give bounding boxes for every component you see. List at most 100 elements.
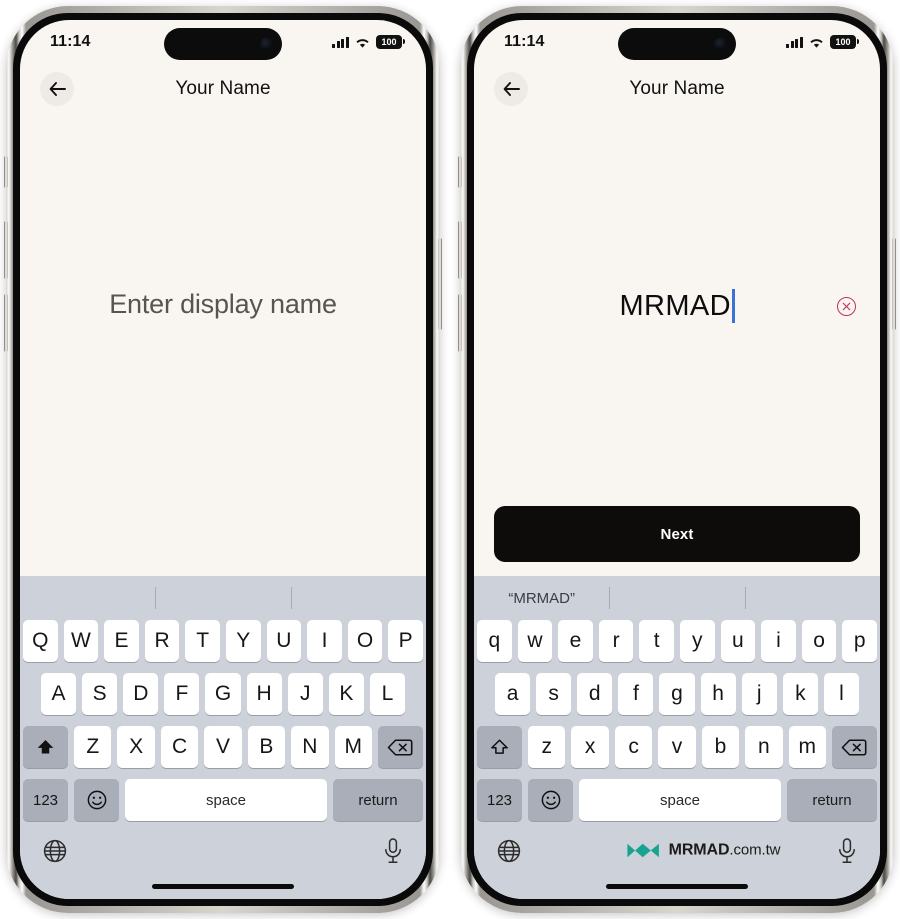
key-r[interactable]: R [144, 620, 180, 662]
key-n[interactable]: N [291, 726, 329, 768]
key-y[interactable]: Y [226, 620, 261, 662]
key-b[interactable]: b [701, 726, 740, 768]
key-r[interactable]: r [598, 620, 634, 662]
action-button-left[interactable] [4, 156, 8, 188]
key-a[interactable]: A [41, 673, 77, 715]
space-key[interactable]: space [579, 779, 781, 821]
key-e[interactable]: e [558, 620, 593, 662]
prediction-slot-1[interactable] [20, 576, 155, 620]
prediction-slot-2[interactable] [155, 576, 290, 620]
key-u[interactable]: U [266, 620, 302, 662]
volume-down-button-right[interactable] [458, 294, 462, 352]
globe-language-icon[interactable] [42, 838, 68, 864]
key-y[interactable]: y [680, 620, 715, 662]
key-w[interactable]: W [63, 620, 99, 662]
backspace-key[interactable] [377, 726, 423, 768]
key-f[interactable]: F [164, 673, 200, 715]
key-k[interactable]: k [782, 673, 818, 715]
key-t[interactable]: t [639, 620, 674, 662]
key-c[interactable]: C [160, 726, 199, 768]
return-key[interactable]: return [787, 779, 877, 821]
key-m[interactable]: M [334, 726, 372, 768]
key-x[interactable]: X [117, 726, 155, 768]
key-v[interactable]: V [204, 726, 242, 768]
numbers-key[interactable]: 123 [477, 779, 522, 821]
keyboard-row-3-left: Z X C V B N M [20, 726, 426, 768]
return-key[interactable]: return [333, 779, 423, 821]
key-z[interactable]: Z [74, 726, 112, 768]
key-i[interactable]: i [761, 620, 796, 662]
prediction-slot-3[interactable] [290, 576, 426, 620]
power-button-left[interactable] [438, 238, 442, 330]
back-button[interactable] [40, 72, 74, 106]
wifi-icon [356, 38, 369, 48]
prediction-slot-3[interactable] [744, 576, 880, 620]
display-name-placeholder[interactable]: Enter display name [109, 289, 337, 320]
key-x[interactable]: x [571, 726, 609, 768]
numbers-key[interactable]: 123 [23, 779, 68, 821]
dynamic-island [164, 28, 282, 60]
emoji-key[interactable] [74, 779, 119, 821]
next-button[interactable]: Next [494, 506, 860, 562]
key-c[interactable]: c [614, 726, 653, 768]
key-t[interactable]: T [185, 620, 220, 662]
key-p[interactable]: p [842, 620, 877, 662]
key-k[interactable]: K [328, 673, 364, 715]
key-l[interactable]: L [369, 673, 405, 715]
key-n[interactable]: n [745, 726, 783, 768]
key-l[interactable]: l [823, 673, 859, 715]
home-bar[interactable] [606, 883, 748, 889]
keyboard-row-2-left: A S D F G H J K L [20, 673, 426, 715]
key-g[interactable]: G [205, 673, 241, 715]
phone-left: 11:14 100 Your Name Enter display name Q… [4, 6, 442, 913]
prediction-slot-1[interactable]: “MRMAD” [474, 576, 609, 620]
prediction-slot-2[interactable] [609, 576, 744, 620]
display-name-input[interactable]: MRMAD [619, 289, 735, 323]
key-z[interactable]: z [528, 726, 566, 768]
key-h[interactable]: H [246, 673, 282, 715]
volume-up-button-left[interactable] [4, 221, 8, 279]
key-d[interactable]: d [577, 673, 613, 715]
key-s[interactable]: S [82, 673, 118, 715]
back-button[interactable] [494, 72, 528, 106]
clear-text-button[interactable] [837, 296, 856, 316]
key-m[interactable]: m [788, 726, 826, 768]
shift-up-filled-icon [37, 739, 54, 754]
home-bar[interactable] [152, 883, 294, 889]
backspace-key[interactable] [831, 726, 877, 768]
key-j[interactable]: j [741, 673, 777, 715]
key-f[interactable]: f [618, 673, 654, 715]
battery-icon: 100 [830, 35, 859, 49]
emoji-key[interactable] [528, 779, 573, 821]
watermark-text: MRMAD.com.tw [669, 842, 781, 860]
key-s[interactable]: s [536, 673, 572, 715]
globe-language-icon[interactable] [496, 838, 522, 864]
space-key[interactable]: space [125, 779, 327, 821]
power-button-right[interactable] [892, 238, 896, 330]
key-a[interactable]: a [495, 673, 531, 715]
key-v[interactable]: v [658, 726, 696, 768]
volume-up-button-right[interactable] [458, 221, 462, 279]
key-b[interactable]: B [247, 726, 286, 768]
key-d[interactable]: D [123, 673, 159, 715]
key-q[interactable]: q [477, 620, 512, 662]
shift-key[interactable] [477, 726, 523, 768]
key-e[interactable]: E [104, 620, 139, 662]
key-g[interactable]: g [659, 673, 695, 715]
action-button-right[interactable] [458, 156, 462, 188]
volume-down-button-left[interactable] [4, 294, 8, 352]
key-w[interactable]: w [517, 620, 553, 662]
microphone-dictation-icon[interactable] [382, 837, 404, 865]
key-i[interactable]: I [307, 620, 342, 662]
key-u[interactable]: u [720, 620, 756, 662]
page-title: Your Name [629, 78, 725, 99]
key-q[interactable]: Q [23, 620, 58, 662]
key-h[interactable]: h [700, 673, 736, 715]
key-o[interactable]: O [347, 620, 383, 662]
key-j[interactable]: J [287, 673, 323, 715]
microphone-dictation-icon[interactable] [836, 837, 858, 865]
key-o[interactable]: o [801, 620, 837, 662]
keyboard-row-1-right: q w e r t y u i o p [474, 620, 880, 662]
key-p[interactable]: P [388, 620, 423, 662]
shift-key[interactable] [23, 726, 69, 768]
